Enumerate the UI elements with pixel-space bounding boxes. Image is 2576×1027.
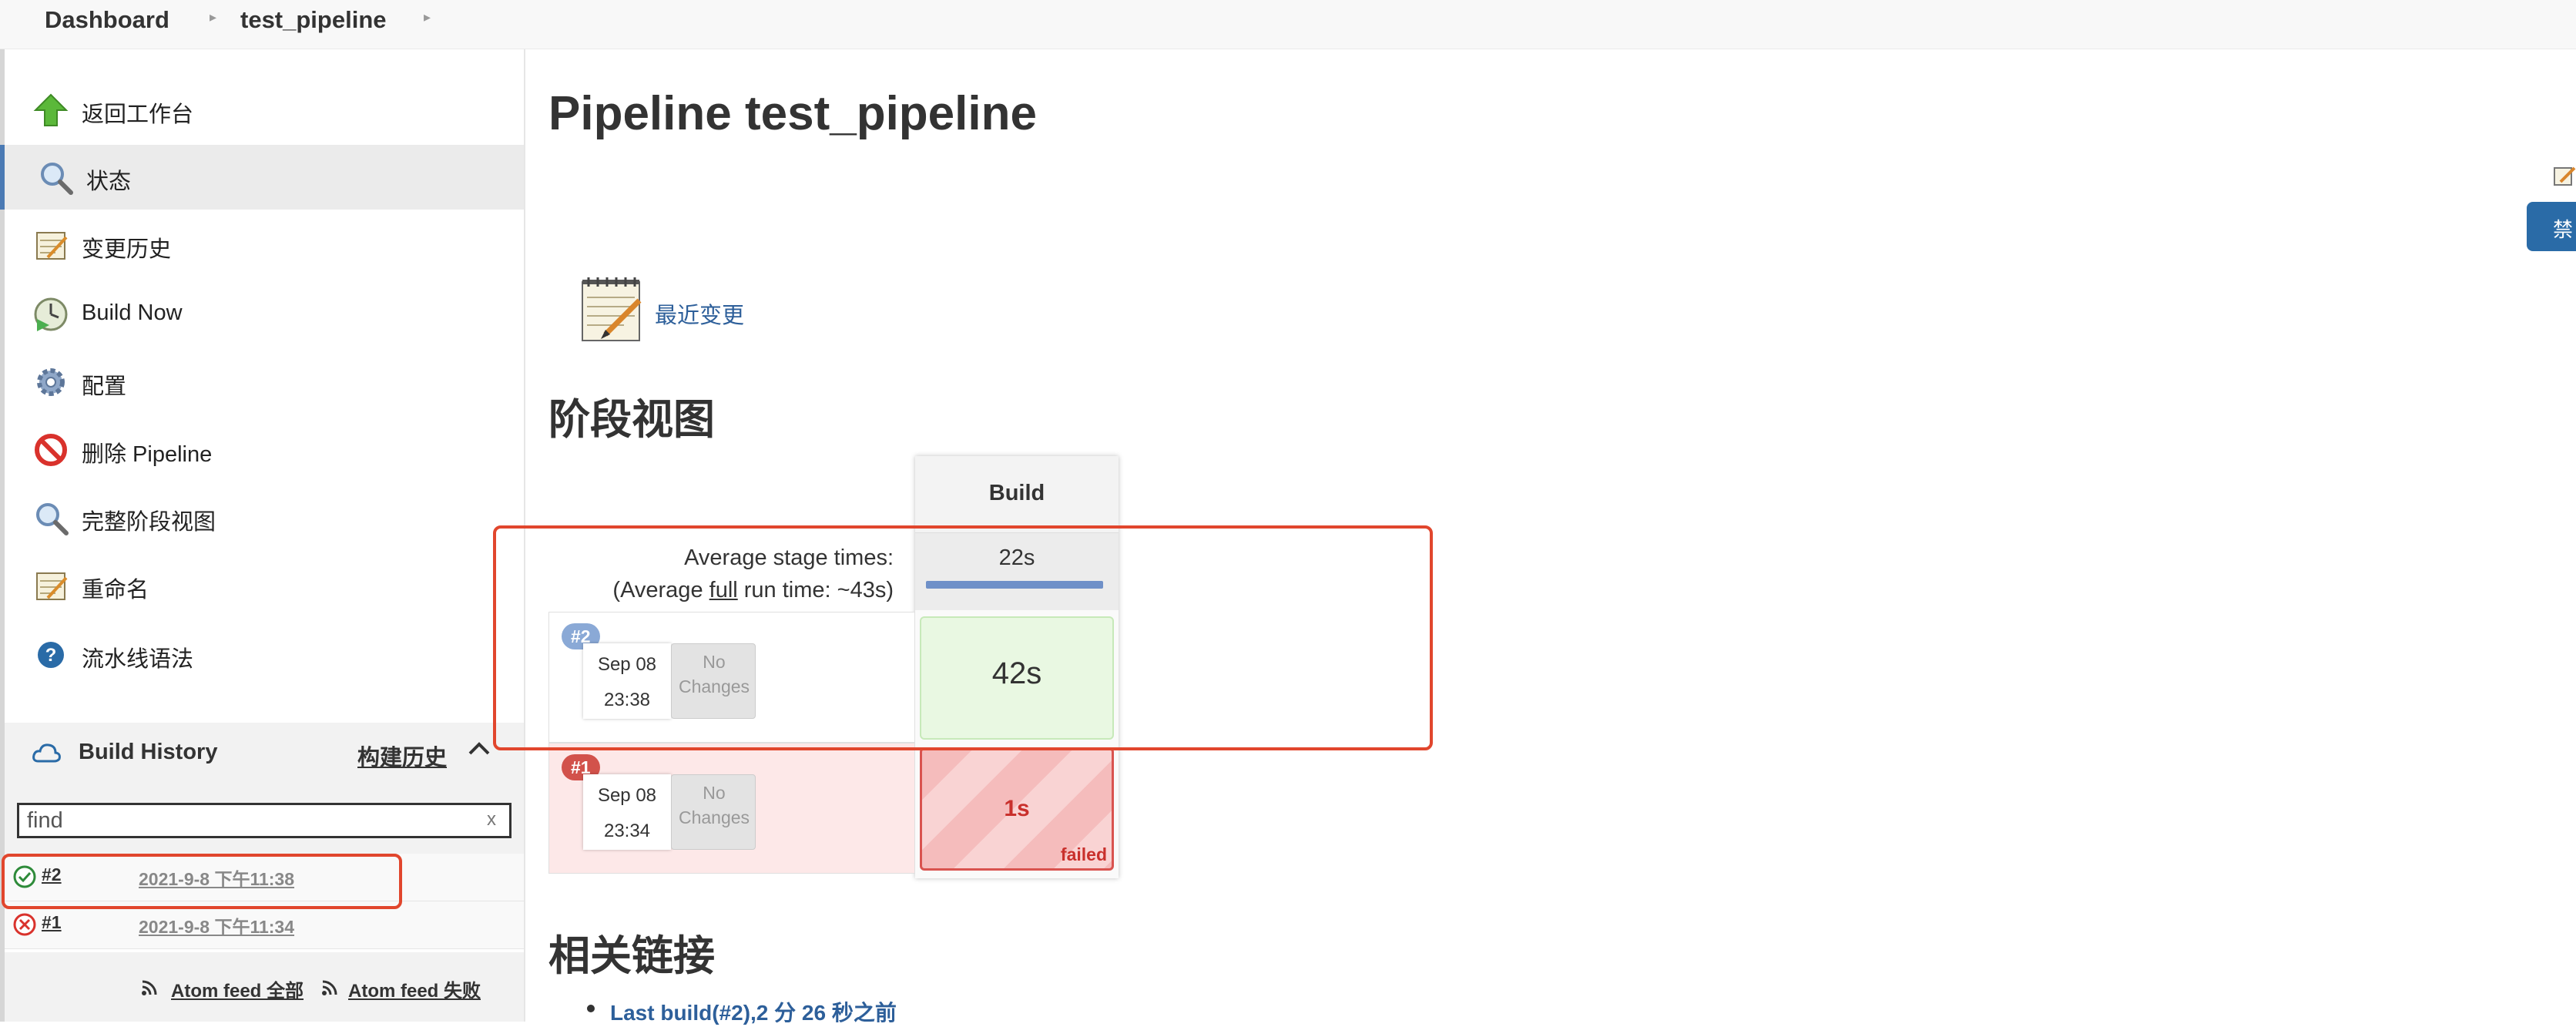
highlight-box bbox=[493, 525, 1433, 750]
clear-filter-button[interactable]: x bbox=[487, 809, 496, 831]
sidebar-item-label: 变更历史 bbox=[82, 237, 172, 262]
edit-description-icon[interactable] bbox=[2553, 165, 2576, 188]
breadcrumb-test-pipeline[interactable]: test_pipeline bbox=[240, 6, 387, 34]
breadcrumb-dashboard[interactable]: Dashboard bbox=[45, 6, 169, 34]
build-filter-input[interactable] bbox=[17, 803, 512, 838]
chevron-up-icon[interactable] bbox=[464, 733, 495, 764]
stage-name: Build bbox=[988, 481, 1045, 505]
sidebar-item-delete-pipeline[interactable]: 删除 Pipeline bbox=[5, 418, 524, 482]
cloud-icon bbox=[32, 743, 61, 763]
page-title: Pipeline test_pipeline bbox=[548, 87, 1037, 140]
help-icon: ? bbox=[38, 642, 64, 668]
build-history-header: Build History 构建历史 bbox=[5, 723, 524, 784]
last-build-link[interactable]: Last build(#2),2 分 26 秒之前 bbox=[610, 996, 897, 1027]
stage-cell-failed[interactable]: 1s failed bbox=[920, 747, 1114, 871]
breadcrumb-separator-icon[interactable]: ▸ bbox=[210, 9, 216, 25]
list-bullet bbox=[587, 1005, 595, 1012]
stage-view-heading: 阶段视图 bbox=[548, 397, 715, 443]
no-entry-icon bbox=[35, 434, 67, 466]
disable-project-button[interactable]: 禁 bbox=[2527, 202, 2576, 251]
sidebar-item-rename[interactable]: 重命名 bbox=[5, 553, 524, 618]
build-number-link[interactable]: #1 bbox=[42, 912, 62, 933]
build-history-filter: x bbox=[5, 784, 524, 854]
sidebar-item-label: 删除 Pipeline bbox=[82, 442, 213, 467]
search-icon bbox=[41, 163, 73, 195]
notepad-icon bbox=[582, 277, 642, 341]
rss-feed-icon bbox=[142, 980, 157, 995]
sidebar-item-change-history[interactable]: 变更历史 bbox=[5, 213, 524, 277]
recent-changes-link[interactable]: 最近变更 bbox=[655, 297, 744, 330]
build-history-title: Build History bbox=[79, 740, 218, 764]
sidebar-item-label: 状态 bbox=[86, 169, 132, 194]
atom-feed-all-link[interactable]: Atom feed 全部 bbox=[171, 975, 304, 1002]
gear-icon bbox=[37, 368, 65, 396]
notepad-icon bbox=[36, 572, 68, 600]
failed-status-label: failed bbox=[1060, 844, 1107, 864]
run-date: Sep 08 bbox=[597, 785, 657, 806]
sidebar-item-label: 配置 bbox=[82, 374, 127, 399]
run-row: #1 Sep 08 23:34 No Changes bbox=[548, 743, 915, 874]
build-history-footer: Atom feed 全部 Atom feed 失败 bbox=[5, 952, 524, 1022]
search-icon bbox=[36, 503, 69, 535]
stage-duration: 1s bbox=[1004, 796, 1030, 821]
sidebar-item-status[interactable]: 状态 bbox=[0, 145, 524, 210]
run-time: 23:34 bbox=[603, 821, 651, 841]
run-date-card: Sep 08 23:34 bbox=[583, 774, 671, 850]
sidebar-item-build-now[interactable]: Build Now bbox=[5, 282, 524, 347]
sidebar-item-configure[interactable]: 配置 bbox=[5, 350, 524, 414]
sidebar-item-pipeline-syntax[interactable]: ? 流水线语法 bbox=[5, 623, 524, 687]
changes-line-1: No bbox=[703, 783, 726, 803]
svg-text:?: ? bbox=[45, 645, 57, 666]
failed-x-icon bbox=[13, 913, 36, 936]
clock-play-icon bbox=[34, 297, 68, 331]
sidebar-item-label: 重命名 bbox=[82, 578, 149, 602]
stage-header[interactable]: Build bbox=[915, 456, 1119, 533]
sidebar-item-full-stage-view[interactable]: 完整阶段视图 bbox=[5, 485, 524, 550]
atom-feed-failed-link[interactable]: Atom feed 失败 bbox=[348, 975, 481, 1002]
related-links-heading: 相关链接 bbox=[548, 933, 715, 979]
sidebar-item-label: 完整阶段视图 bbox=[82, 510, 216, 535]
up-arrow-icon bbox=[33, 93, 69, 126]
sidebar-item-back-to-workbench[interactable]: 返回工作台 bbox=[5, 78, 524, 143]
sidebar-item-label: 流水线语法 bbox=[82, 647, 194, 672]
build-history-trend-link[interactable]: 构建历史 bbox=[357, 740, 447, 772]
rss-feed-icon bbox=[322, 980, 337, 995]
changes-card[interactable]: No Changes bbox=[671, 774, 756, 850]
build-date-link[interactable]: 2021-9-8 下午11:34 bbox=[139, 912, 294, 938]
breadcrumb-separator-icon[interactable]: ▸ bbox=[424, 9, 431, 25]
changes-line-2: Changes bbox=[678, 807, 750, 827]
breadcrumb: Dashboard ▸ test_pipeline ▸ bbox=[0, 0, 2576, 49]
sidebar-item-label: Build Now bbox=[82, 300, 183, 325]
sidebar-item-label: 返回工作台 bbox=[82, 102, 194, 127]
highlight-box bbox=[2, 854, 402, 909]
notepad-icon bbox=[36, 232, 68, 260]
